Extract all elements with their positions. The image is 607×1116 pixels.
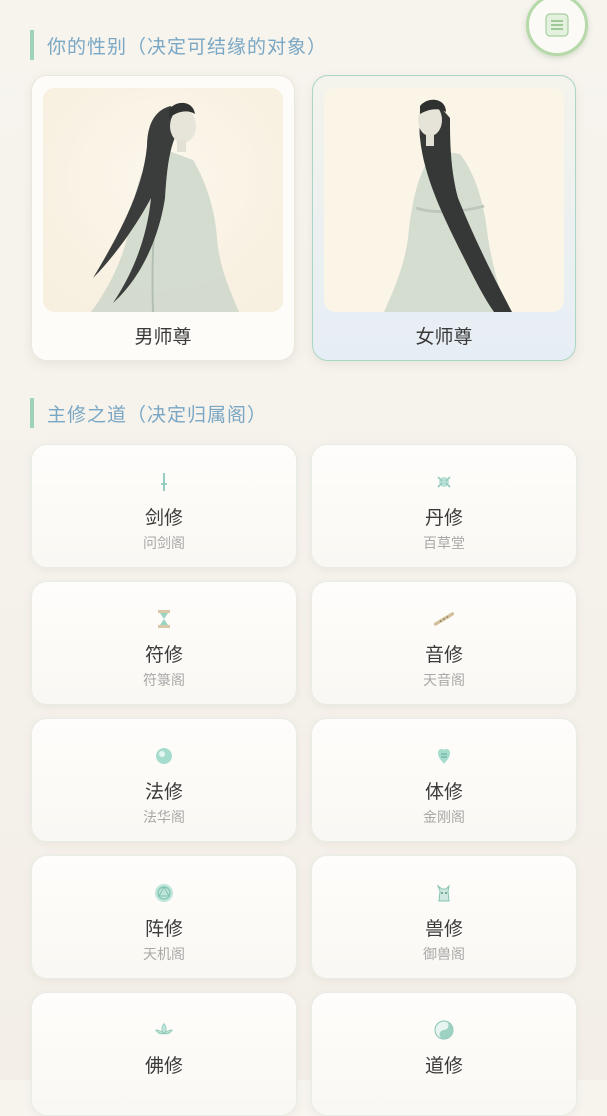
path-card-sword[interactable]: 剑修 问剑阁 bbox=[31, 444, 297, 568]
path-name: 阵修 bbox=[144, 918, 183, 940]
path-name: 剑修 bbox=[144, 507, 183, 529]
female-master-portrait bbox=[324, 88, 564, 312]
path-name: 兽修 bbox=[424, 918, 463, 940]
path-sect: 符箓阁 bbox=[143, 673, 185, 689]
fist-icon bbox=[433, 745, 455, 767]
path-sect: 金刚阁 bbox=[423, 810, 465, 826]
sword-icon bbox=[153, 471, 175, 493]
formation-icon bbox=[153, 882, 175, 904]
herb-icon bbox=[433, 471, 455, 493]
path-name: 法修 bbox=[144, 781, 183, 803]
path-card-buddhist[interactable]: 佛修 bbox=[31, 992, 297, 1116]
gender-option-female[interactable]: 女师尊 bbox=[312, 75, 576, 361]
path-name: 音修 bbox=[424, 644, 463, 666]
talisman-icon bbox=[153, 608, 175, 630]
path-card-tao[interactable]: 道修 bbox=[311, 992, 577, 1116]
menu-icon bbox=[545, 13, 569, 37]
gender-section-title-text: 你的性别（决定可结缘的对象） bbox=[47, 35, 328, 58]
gender-option-male[interactable]: 男师尊 bbox=[31, 75, 295, 361]
gender-label-female: 女师尊 bbox=[415, 326, 473, 348]
menu-button[interactable] bbox=[526, 0, 588, 56]
flute-icon bbox=[433, 608, 455, 630]
path-card-beast[interactable]: 兽修 御兽阁 bbox=[311, 855, 577, 979]
path-name: 道修 bbox=[424, 1055, 463, 1077]
path-card-talisman[interactable]: 符修 符箓阁 bbox=[31, 581, 297, 705]
path-card-body[interactable]: 体修 金刚阁 bbox=[311, 718, 577, 842]
path-sect: 天音阁 bbox=[423, 673, 465, 689]
path-name: 符修 bbox=[144, 644, 183, 666]
path-sect: 法华阁 bbox=[143, 810, 185, 826]
beast-icon bbox=[433, 882, 455, 904]
path-section-title: 主修之道（决定归属阁） bbox=[30, 398, 267, 428]
path-card-alchemy[interactable]: 丹修 百草堂 bbox=[311, 444, 577, 568]
path-card-magic[interactable]: 法修 法华阁 bbox=[31, 718, 297, 842]
path-sect: 御兽阁 bbox=[423, 947, 465, 963]
path-sect: 天机阁 bbox=[143, 947, 185, 963]
path-name: 体修 bbox=[424, 781, 463, 803]
orb-icon bbox=[153, 745, 175, 767]
path-sect: 百草堂 bbox=[423, 536, 465, 552]
path-card-music[interactable]: 音修 天音阁 bbox=[311, 581, 577, 705]
path-name: 丹修 bbox=[424, 507, 463, 529]
gender-section-title: 你的性别（决定可结缘的对象） bbox=[30, 30, 327, 60]
gender-label-male: 男师尊 bbox=[134, 326, 192, 348]
path-name: 佛修 bbox=[144, 1055, 183, 1077]
path-card-formation[interactable]: 阵修 天机阁 bbox=[31, 855, 297, 979]
path-sect: 问剑阁 bbox=[143, 536, 185, 552]
taiji-icon bbox=[433, 1019, 455, 1041]
path-section-title-text: 主修之道（决定归属阁） bbox=[47, 403, 268, 426]
lotus-icon bbox=[153, 1019, 175, 1041]
male-master-portrait bbox=[43, 88, 283, 312]
